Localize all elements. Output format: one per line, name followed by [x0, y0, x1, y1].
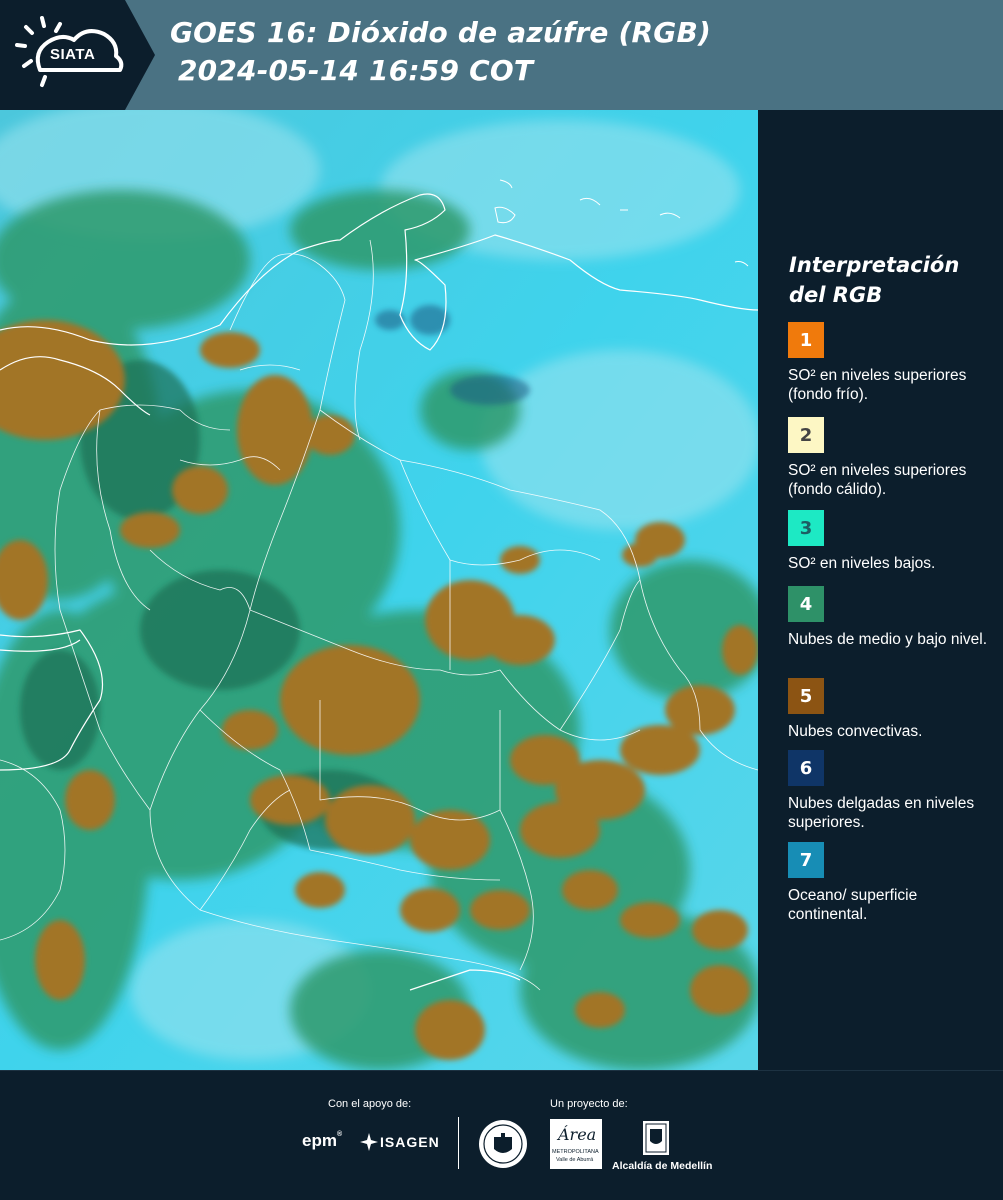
- siata-logo-text: SIATA: [50, 46, 96, 63]
- alcaldia-shield-icon: [643, 1121, 669, 1155]
- legend-title-line2: del RGB: [789, 283, 883, 307]
- legend-swatch-3: 3: [788, 510, 824, 546]
- legend-label-7: Oceano/ superficie continental.: [788, 887, 918, 923]
- header-bar: SIATA GOES 16: Dióxido de azúfre (RGB) 2…: [0, 0, 1003, 110]
- legend-swatch-1: 1: [788, 322, 824, 358]
- legend-swatch-2: 2: [788, 417, 824, 453]
- legend-item-7: 7 Oceano/ superficie continental.: [788, 842, 993, 924]
- legend-swatch-7: 7: [788, 842, 824, 878]
- isagen-icon: [360, 1133, 378, 1151]
- alcaldia-logo: [641, 1119, 671, 1162]
- alcaldia-logo-text: Alcaldía de Medellín: [612, 1160, 713, 1172]
- footer-divider: [458, 1117, 459, 1169]
- image-datetime: 2024-05-14 16:59 COT: [178, 54, 534, 87]
- legend-number-7: 7: [799, 849, 813, 871]
- legend-number-2: 2: [799, 424, 813, 446]
- legend-label-5: Nubes convectivas.: [788, 723, 923, 740]
- epm-logo-text: epm: [302, 1131, 337, 1150]
- legend-label-4: Nubes de medio y bajo nivel.: [788, 631, 988, 648]
- legend-swatch-4: 4: [788, 586, 824, 622]
- project-label: Un proyecto de:: [550, 1098, 628, 1110]
- legend-title-line1: Interpretación: [789, 253, 960, 277]
- siata-logo: SIATA: [0, 0, 155, 110]
- legend-item-5: 5 Nubes convectivas.: [788, 678, 993, 741]
- area-metropolitana-logo: Área METROPOLITANA Valle de Aburrá: [550, 1119, 602, 1169]
- satellite-map: [0, 110, 758, 1070]
- area-logo-text: Área: [558, 1125, 597, 1144]
- legend-number-6: 6: [799, 757, 813, 779]
- legend-item-2: 2 SO² en niveles superiores (fondo cálid…: [788, 417, 993, 501]
- satellite-rgb-image: [0, 110, 758, 1070]
- legend-swatch-5: 5: [788, 678, 824, 714]
- medellin-seal-logo: [478, 1119, 528, 1174]
- legend-label-3: SO² en niveles bajos.: [788, 555, 936, 572]
- support-label: Con el apoyo de:: [328, 1098, 412, 1110]
- legend-number-4: 4: [799, 593, 813, 615]
- legend-panel: Interpretación del RGB 1 SO² en niveles …: [758, 110, 1003, 1070]
- legend-item-4: 4 Nubes de medio y bajo nivel.: [788, 586, 993, 649]
- legend-title: Interpretación del RGB: [789, 250, 989, 310]
- area-logo-sub1: METROPOLITANA: [552, 1149, 599, 1155]
- legend-number-1: 1: [799, 329, 813, 351]
- footer: Con el apoyo de: Un proyecto de: epm® IS…: [0, 1070, 1003, 1200]
- legend-item-6: 6 Nubes delgadas en niveles superiores.: [788, 750, 993, 832]
- legend-label-1: SO² en niveles superiores (fondo frío).: [788, 367, 967, 403]
- legend-item-3: 3 SO² en niveles bajos.: [788, 510, 993, 573]
- legend-label-6: Nubes delgadas en niveles superiores.: [788, 795, 975, 831]
- area-logo-sub2: Valle de Aburrá: [556, 1157, 594, 1163]
- epm-logo: epm®: [302, 1131, 343, 1150]
- legend-item-1: 1 SO² en niveles superiores (fondo frío)…: [788, 322, 993, 404]
- legend-swatch-6: 6: [788, 750, 824, 786]
- legend-number-5: 5: [799, 685, 813, 707]
- legend-label-2: SO² en niveles superiores (fondo cálido)…: [788, 462, 967, 498]
- legend-number-3: 3: [799, 517, 813, 539]
- isagen-logo-text: ISAGEN: [380, 1134, 440, 1150]
- page-title: GOES 16: Dióxido de azúfre (RGB): [170, 16, 712, 49]
